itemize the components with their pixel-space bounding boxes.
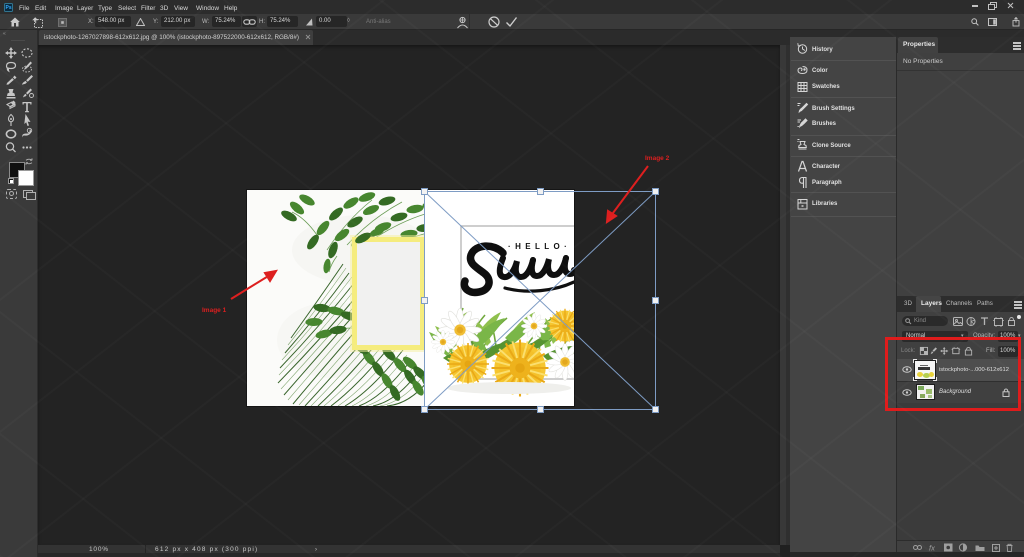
svg-text:fx: fx: [929, 544, 935, 553]
svg-text:Image 1: Image 1: [202, 307, 227, 314]
svg-text:Image 2: Image 2: [645, 155, 670, 162]
